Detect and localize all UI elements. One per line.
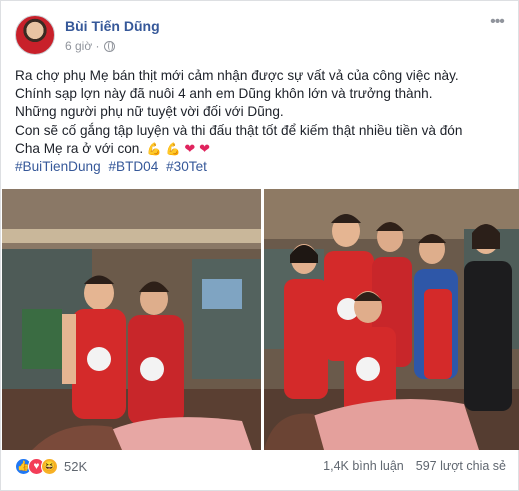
reactions-summary[interactable]: 👍 ♥ 😆 52K	[15, 458, 87, 475]
comment-count-link[interactable]: 1,4K bình luận	[323, 459, 404, 473]
post-line: Cha Mẹ ra ở với con.	[15, 140, 144, 156]
muscle-emoji-icon: 💪	[165, 141, 181, 156]
author-name[interactable]: Bùi Tiến Dũng	[65, 18, 160, 34]
post-line: Ra chợ phụ Mẹ bán thịt mới cảm nhận được…	[15, 68, 459, 83]
post-stats: 1,4K bình luận 597 lượt chia sẻ	[323, 459, 506, 473]
more-options-icon[interactable]: •••	[488, 14, 506, 33]
photo-market-group[interactable]	[264, 189, 519, 450]
hashtag-row: #BuiTienDung #BTD04 #30Tet	[15, 158, 509, 176]
hashtag-link[interactable]: #30Tet	[166, 159, 207, 174]
post-line: Chính sạp lợn này đã nuôi 4 anh em Dũng …	[15, 86, 433, 102]
hashtag-link[interactable]: #BuiTienDung	[15, 159, 101, 174]
post-line: Con sẽ cố gắng tập luyện và thi đấu thật…	[15, 122, 463, 138]
share-count-link[interactable]: 597 lượt chia sẻ	[416, 459, 506, 473]
photo-grid	[2, 189, 519, 450]
post-body: Ra chợ phụ Mẹ bán thịt mới cảm nhận được…	[15, 67, 509, 176]
author-avatar[interactable]	[15, 15, 55, 55]
globe-icon[interactable]	[103, 40, 115, 52]
post-time[interactable]: 6 giờ ·	[65, 39, 100, 53]
muscle-emoji-icon: 💪	[146, 141, 162, 156]
photo-market-two-people[interactable]	[2, 189, 261, 450]
post-meta: 6 giờ ·	[65, 39, 115, 53]
facebook-post: Bùi Tiến Dũng 6 giờ · ••• Ra chợ phụ Mẹ …	[0, 0, 519, 491]
photo-image	[264, 189, 519, 450]
hashtag-link[interactable]: #BTD04	[108, 159, 158, 174]
post-line: Những người phụ nữ tuyệt vời đối với Dũn…	[15, 104, 284, 120]
heart-emoji-icon: ❤	[184, 140, 196, 156]
post-header: Bùi Tiến Dũng 6 giờ · •••	[15, 14, 508, 59]
post-line-with-emoji: Cha Mẹ ra ở với con. 💪 💪 ❤ ❤	[15, 140, 509, 158]
post-footer: 👍 ♥ 😆 52K 1,4K bình luận 597 lượt chia s…	[15, 456, 508, 478]
photo-image	[2, 189, 261, 450]
heart-emoji-icon: ❤	[199, 140, 210, 156]
reaction-count: 52K	[64, 459, 88, 474]
haha-icon: 😆	[41, 458, 58, 475]
